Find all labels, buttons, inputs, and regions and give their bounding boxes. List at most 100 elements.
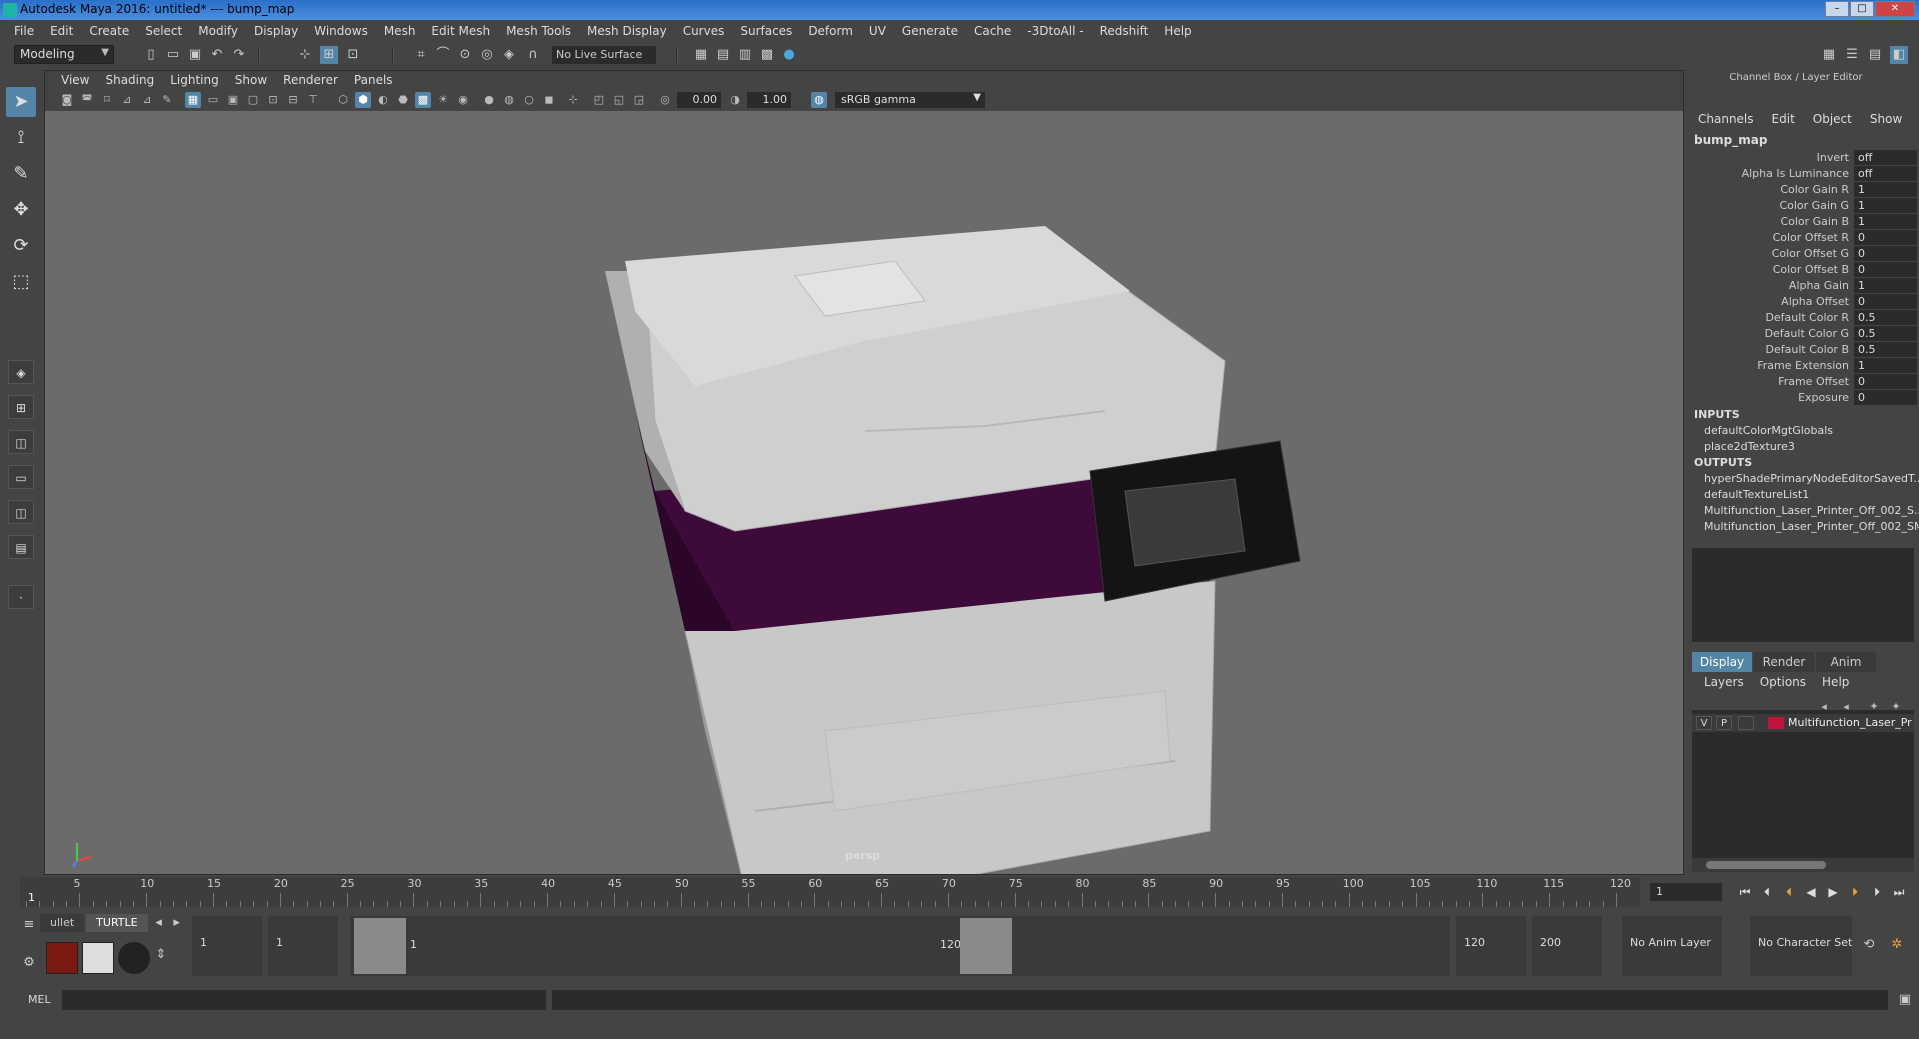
output-node[interactable]: Multifunction_Laser_Printer_Off_002_SM bbox=[1686, 520, 1919, 536]
output-node[interactable]: Multifunction_Laser_Printer_Off_002_S... bbox=[1686, 504, 1919, 520]
channel-box-icon[interactable]: ◧ bbox=[1890, 46, 1908, 64]
play-forwards-icon[interactable]: ▶ bbox=[1824, 883, 1842, 901]
scrollbar-thumb[interactable] bbox=[1706, 861, 1826, 869]
attribute-row[interactable]: Default Color G 0.5 bbox=[1686, 326, 1919, 342]
select-object-icon[interactable]: ⊞ bbox=[320, 46, 338, 64]
snap-surface-icon[interactable]: ◈ bbox=[500, 46, 518, 64]
wireframe-on-shaded-icon[interactable]: ⬣ bbox=[395, 92, 411, 108]
save-scene-icon[interactable]: ▣ bbox=[186, 46, 204, 64]
step-back-frame-icon[interactable]: ⏴ bbox=[1780, 883, 1798, 901]
menu-cache[interactable]: Cache bbox=[966, 24, 1019, 38]
snap-point-icon[interactable]: ⊙ bbox=[456, 46, 474, 64]
layer-visibility-toggle[interactable]: V bbox=[1696, 716, 1712, 730]
menu-redshift[interactable]: Redshift bbox=[1092, 24, 1157, 38]
attribute-row[interactable]: Exposure 0 bbox=[1686, 390, 1919, 406]
film-gate-icon[interactable]: ▭ bbox=[205, 92, 221, 108]
attribute-value-field[interactable]: 0.5 bbox=[1854, 310, 1917, 325]
panel-menu-panels[interactable]: Panels bbox=[346, 73, 401, 87]
menu-modify[interactable]: Modify bbox=[190, 24, 246, 38]
collapse-toolbox-icon[interactable]: · bbox=[8, 585, 34, 609]
exposure-field[interactable]: 0.00 bbox=[677, 92, 721, 108]
menu-set-dropdown[interactable]: Modeling ▼ bbox=[14, 45, 114, 64]
undo-icon[interactable]: ↶ bbox=[208, 46, 226, 64]
character-set-dropdown[interactable]: No Character Set bbox=[1750, 916, 1852, 976]
attribute-row[interactable]: Default Color B 0.5 bbox=[1686, 342, 1919, 358]
bookmark-icon[interactable]: ⌑ bbox=[99, 92, 115, 108]
playback-start-field[interactable]: 1 bbox=[268, 916, 338, 976]
xray-joints-icon[interactable]: ◲ bbox=[631, 92, 647, 108]
color-management-icon[interactable]: ◍ bbox=[811, 92, 827, 108]
menu-3dtoall[interactable]: -3DtoAll - bbox=[1019, 24, 1091, 38]
attribute-row[interactable]: Alpha Is Luminance off bbox=[1686, 166, 1919, 182]
use-all-lights-icon[interactable]: ☀ bbox=[435, 92, 451, 108]
menu-display[interactable]: Display bbox=[246, 24, 306, 38]
play-backwards-icon[interactable]: ◀ bbox=[1802, 883, 1820, 901]
cb-menu-channels[interactable]: Channels bbox=[1698, 112, 1754, 130]
tab-display[interactable]: Display bbox=[1692, 652, 1752, 672]
textured-icon[interactable]: ▩ bbox=[415, 92, 431, 108]
turtle-bake-icon[interactable] bbox=[82, 942, 114, 974]
tab-render[interactable]: Render bbox=[1754, 652, 1814, 672]
menu-edit[interactable]: Edit bbox=[42, 24, 81, 38]
camera-select-icon[interactable]: ◙ bbox=[59, 92, 75, 108]
le-menu-layers[interactable]: Layers bbox=[1704, 675, 1744, 689]
attribute-row[interactable]: Alpha Offset 0 bbox=[1686, 294, 1919, 310]
grid-toggle-icon[interactable]: ▦ bbox=[185, 92, 201, 108]
new-scene-icon[interactable]: ▯ bbox=[142, 46, 160, 64]
panel-menu-shading[interactable]: Shading bbox=[97, 73, 162, 87]
redo-icon[interactable]: ↷ bbox=[230, 46, 248, 64]
2d-pan-zoom-icon[interactable]: ⊿ bbox=[139, 92, 155, 108]
attribute-value-field[interactable]: 1 bbox=[1854, 358, 1917, 373]
resolution-gate-icon[interactable]: ▣ bbox=[225, 92, 241, 108]
animation-end-field[interactable]: 200 bbox=[1532, 916, 1602, 976]
le-menu-options[interactable]: Options bbox=[1760, 675, 1806, 689]
playback-end-field[interactable]: 120 bbox=[1456, 916, 1526, 976]
wireframe-icon[interactable]: ⬡ bbox=[335, 92, 351, 108]
shelf-tab-bullet[interactable]: ullet bbox=[40, 914, 85, 932]
menu-curves[interactable]: Curves bbox=[675, 24, 733, 38]
attribute-value-field[interactable]: 1 bbox=[1854, 182, 1917, 197]
persp-graph-layout-icon[interactable]: ▭ bbox=[8, 465, 34, 489]
shadows-icon[interactable]: ◉ bbox=[455, 92, 471, 108]
snap-grid-icon[interactable]: ⌗ bbox=[412, 46, 430, 64]
range-end-handle[interactable] bbox=[960, 918, 1012, 974]
select-tool-icon[interactable]: ➤ bbox=[6, 87, 36, 117]
attribute-value-field[interactable]: 0 bbox=[1854, 390, 1917, 405]
attribute-value-field[interactable]: 0 bbox=[1854, 374, 1917, 389]
attribute-row[interactable]: Color Gain R 1 bbox=[1686, 182, 1919, 198]
attribute-value-field[interactable]: 0 bbox=[1854, 246, 1917, 261]
snap-curve-icon[interactable]: ⌒ bbox=[434, 46, 452, 64]
anim-layer-dropdown[interactable]: No Anim Layer bbox=[1622, 916, 1722, 976]
live-surface-field[interactable]: No Live Surface bbox=[552, 46, 656, 64]
safe-action-icon[interactable]: ⊟ bbox=[285, 92, 301, 108]
current-frame-field[interactable]: 1 bbox=[1650, 883, 1722, 901]
render-settings-icon[interactable]: ▥ bbox=[736, 46, 754, 64]
attribute-row[interactable]: Color Offset G 0 bbox=[1686, 246, 1919, 262]
close-button[interactable]: ✕ bbox=[1875, 1, 1915, 17]
attribute-value-field[interactable]: 1 bbox=[1854, 278, 1917, 293]
attribute-value-field[interactable]: 0.5 bbox=[1854, 326, 1917, 341]
step-forward-key-icon[interactable]: ⏵ bbox=[1868, 883, 1886, 901]
turtle-sphere-icon[interactable] bbox=[118, 942, 150, 974]
attribute-row[interactable]: Frame Offset 0 bbox=[1686, 374, 1919, 390]
panel-menu-view[interactable]: View bbox=[53, 73, 97, 87]
attribute-value-field[interactable]: 1 bbox=[1854, 214, 1917, 229]
gamma-icon[interactable]: ◑ bbox=[727, 92, 743, 108]
attribute-value-field[interactable]: off bbox=[1854, 150, 1917, 165]
menu-surfaces[interactable]: Surfaces bbox=[732, 24, 800, 38]
go-to-end-icon[interactable]: ⏭ bbox=[1890, 883, 1908, 901]
attribute-row[interactable]: Alpha Gain 1 bbox=[1686, 278, 1919, 294]
tab-anim[interactable]: Anim bbox=[1816, 652, 1876, 672]
script-language-label[interactable]: MEL bbox=[28, 993, 51, 1006]
time-slider-track[interactable]: 5 10 15 20 25 30 35 40 45 50 55 60 65 70 75 80 85 90 95 100… bbox=[20, 877, 1640, 907]
range-start-handle[interactable] bbox=[354, 918, 406, 974]
menu-mesh-display[interactable]: Mesh Display bbox=[579, 24, 675, 38]
attribute-value-field[interactable]: 0 bbox=[1854, 230, 1917, 245]
attribute-row[interactable]: Color Gain B 1 bbox=[1686, 214, 1919, 230]
snap-view-icon[interactable]: ◎ bbox=[478, 46, 496, 64]
layer-color-swatch[interactable] bbox=[1768, 717, 1784, 729]
menu-deform[interactable]: Deform bbox=[800, 24, 861, 38]
attribute-row[interactable]: Invert off bbox=[1686, 150, 1919, 166]
xray-active-icon[interactable]: ◱ bbox=[611, 92, 627, 108]
attribute-row[interactable]: Frame Extension 1 bbox=[1686, 358, 1919, 374]
